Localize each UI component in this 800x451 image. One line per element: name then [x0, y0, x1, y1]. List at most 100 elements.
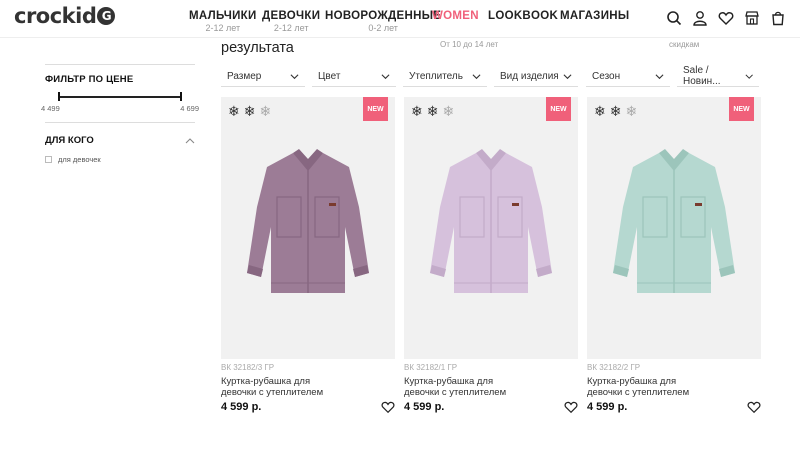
- divider: [45, 64, 195, 65]
- new-badge: NEW: [546, 97, 571, 121]
- price-filter-title: ФИЛЬТР ПО ЦЕНЕ: [45, 74, 134, 85]
- filter-color[interactable]: Цвет: [312, 66, 396, 87]
- header-icons: [664, 8, 788, 28]
- price-row: 4 599 р.: [404, 400, 578, 414]
- heart-icon[interactable]: [716, 8, 736, 28]
- filter-label: Sale / Новин...: [683, 65, 721, 87]
- price-row: 4 599 р.: [587, 400, 761, 414]
- price-range-track: [58, 96, 182, 98]
- product-image[interactable]: ❄ ❄ ❄ NEW: [221, 97, 395, 359]
- nav-item-label: ДЕВОЧКИ: [262, 10, 321, 22]
- filter-label: Сезон: [592, 70, 621, 82]
- nav-item-label: МАГАЗИНЫ: [560, 10, 630, 22]
- snowflake-icon: ❄: [442, 103, 455, 119]
- shirt-image: [247, 149, 369, 293]
- nav-item-label: НОВОРОЖДЕННЫЕ: [325, 10, 442, 22]
- filter-product-type[interactable]: Вид изделия: [494, 66, 578, 87]
- snowflake-icon: ❄: [228, 103, 240, 119]
- product-card[interactable]: ❄ ❄ ❄ NEW ВК 32182/2 ГР Куртка-рубашка д…: [587, 97, 761, 414]
- nav-item-sub: 0-2 лет: [368, 23, 398, 33]
- warmth-rating: ❄ ❄ ❄: [411, 104, 454, 118]
- snowflake-icon: ❄: [609, 103, 622, 119]
- new-badge: NEW: [363, 97, 388, 121]
- who-filter-title: ДЛЯ КОГО: [45, 135, 94, 146]
- results-title: результата: [221, 40, 294, 56]
- product-price: 4 599 р.: [404, 401, 445, 413]
- product-image[interactable]: ❄ ❄ ❄ NEW: [404, 97, 578, 359]
- warmth-rating: ❄ ❄ ❄: [228, 104, 271, 118]
- snowflake-icon: ❄: [594, 103, 606, 119]
- snowflake-icon: ❄: [625, 103, 638, 119]
- price-row: 4 599 р.: [221, 400, 395, 414]
- nav-item-girls[interactable]: ДЕВОЧКИ 2-12 лет: [262, 10, 320, 33]
- nav-item-newborns[interactable]: НОВОРОЖДЕННЫЕ 0-2 лет: [325, 10, 441, 33]
- heart-icon[interactable]: [564, 400, 578, 414]
- product-sku: ВК 32182/2 ГР: [587, 363, 641, 372]
- nav-item-lookbook[interactable]: LOOKBOOK: [488, 10, 558, 22]
- search-icon[interactable]: [664, 8, 684, 28]
- checkbox[interactable]: [45, 156, 52, 163]
- heart-icon[interactable]: [747, 400, 761, 414]
- promo-discounts[interactable]: скидкам: [669, 40, 699, 49]
- snowflake-icon: ❄: [243, 103, 256, 119]
- who-filter-header[interactable]: ДЛЯ КОГО: [45, 135, 195, 146]
- nav-item-women[interactable]: WOMEN: [432, 10, 479, 22]
- price-range-values: 4 499 4 699: [41, 104, 199, 113]
- checkbox-label: для девочек: [58, 155, 101, 164]
- filter-size[interactable]: Размер: [221, 66, 305, 87]
- product-sku: ВК 32182/3 ГР: [221, 363, 275, 372]
- heart-icon[interactable]: [381, 400, 395, 414]
- snowflake-icon: ❄: [259, 103, 272, 119]
- nav-item-sub: 2-12 лет: [205, 23, 241, 33]
- chevron-down-icon: [381, 73, 390, 79]
- cart-icon[interactable]: [768, 8, 788, 28]
- product-card[interactable]: ❄ ❄ ❄ NEW ВК 32182/3 ГР Куртка-рубашка д…: [221, 97, 395, 414]
- site-header: crockid G МАЛЬЧИКИ 2-12 лет ДЕВОЧКИ 2-12 …: [0, 0, 800, 38]
- product-price: 4 599 р.: [587, 401, 628, 413]
- store-icon[interactable]: [742, 8, 762, 28]
- chevron-down-icon: [290, 73, 299, 79]
- nav-item-label: МАЛЬЧИКИ: [189, 10, 257, 22]
- product-name[interactable]: Куртка-рубашка для девочки с утеплителем: [404, 376, 524, 398]
- price-min-handle[interactable]: [58, 92, 60, 101]
- shirt-image: [613, 149, 735, 293]
- price-max-handle[interactable]: [180, 92, 182, 101]
- brand-logo[interactable]: crockid G: [14, 4, 116, 28]
- product-name[interactable]: Куртка-рубашка для девочки с утеплителем: [221, 376, 341, 398]
- nav-item-label: LOOKBOOK: [488, 10, 559, 22]
- product-sku: ВК 32182/1 ГР: [404, 363, 458, 372]
- chevron-up-icon: [185, 137, 195, 143]
- price-min-value: 4 499: [41, 104, 60, 113]
- filter-label: Утеплитель: [409, 70, 463, 82]
- filter-sidebar: ФИЛЬТР ПО ЦЕНЕ 4 499 4 699 ДЛЯ КОГО для …: [41, 64, 199, 164]
- product-card[interactable]: ❄ ❄ ❄ NEW ВК 32182/1 ГР Куртка-рубашка д…: [404, 97, 578, 414]
- filter-sale-new[interactable]: Sale / Новин...: [677, 65, 759, 87]
- user-icon[interactable]: [690, 8, 710, 28]
- snowflake-icon: ❄: [411, 103, 423, 119]
- brand-logo-mark: G: [97, 7, 116, 25]
- product-name[interactable]: Куртка-рубашка для девочки с утеплителем: [587, 376, 707, 398]
- brand-logo-text: crockid: [14, 4, 97, 28]
- filter-insulation[interactable]: Утеплитель: [403, 66, 487, 87]
- chevron-down-icon: [655, 73, 664, 79]
- nav-item-sub: 2-12 лет: [273, 23, 309, 33]
- snowflake-icon: ❄: [426, 103, 439, 119]
- divider: [45, 122, 195, 123]
- chevron-down-icon: [563, 73, 572, 79]
- warmth-rating: ❄ ❄ ❄: [594, 104, 637, 118]
- price-max-value: 4 699: [180, 104, 199, 113]
- product-image[interactable]: ❄ ❄ ❄ NEW: [587, 97, 761, 359]
- who-option-girls[interactable]: для девочек: [45, 155, 195, 164]
- shirt-image: [430, 149, 552, 293]
- chevron-down-icon: [745, 73, 753, 79]
- promo-age-range[interactable]: От 10 до 14 лет: [440, 40, 498, 49]
- filter-label: Размер: [227, 70, 262, 82]
- new-badge: NEW: [729, 97, 754, 121]
- nav-item-stores[interactable]: МАГАЗИНЫ: [560, 10, 629, 22]
- filter-label: Цвет: [318, 70, 341, 82]
- filter-season[interactable]: Сезон: [586, 66, 670, 87]
- price-range-slider[interactable]: [45, 92, 195, 101]
- nav-item-boys[interactable]: МАЛЬЧИКИ 2-12 лет: [189, 10, 257, 33]
- nav-item-label: WOMEN: [432, 10, 479, 22]
- filter-label: Вид изделия: [500, 70, 559, 82]
